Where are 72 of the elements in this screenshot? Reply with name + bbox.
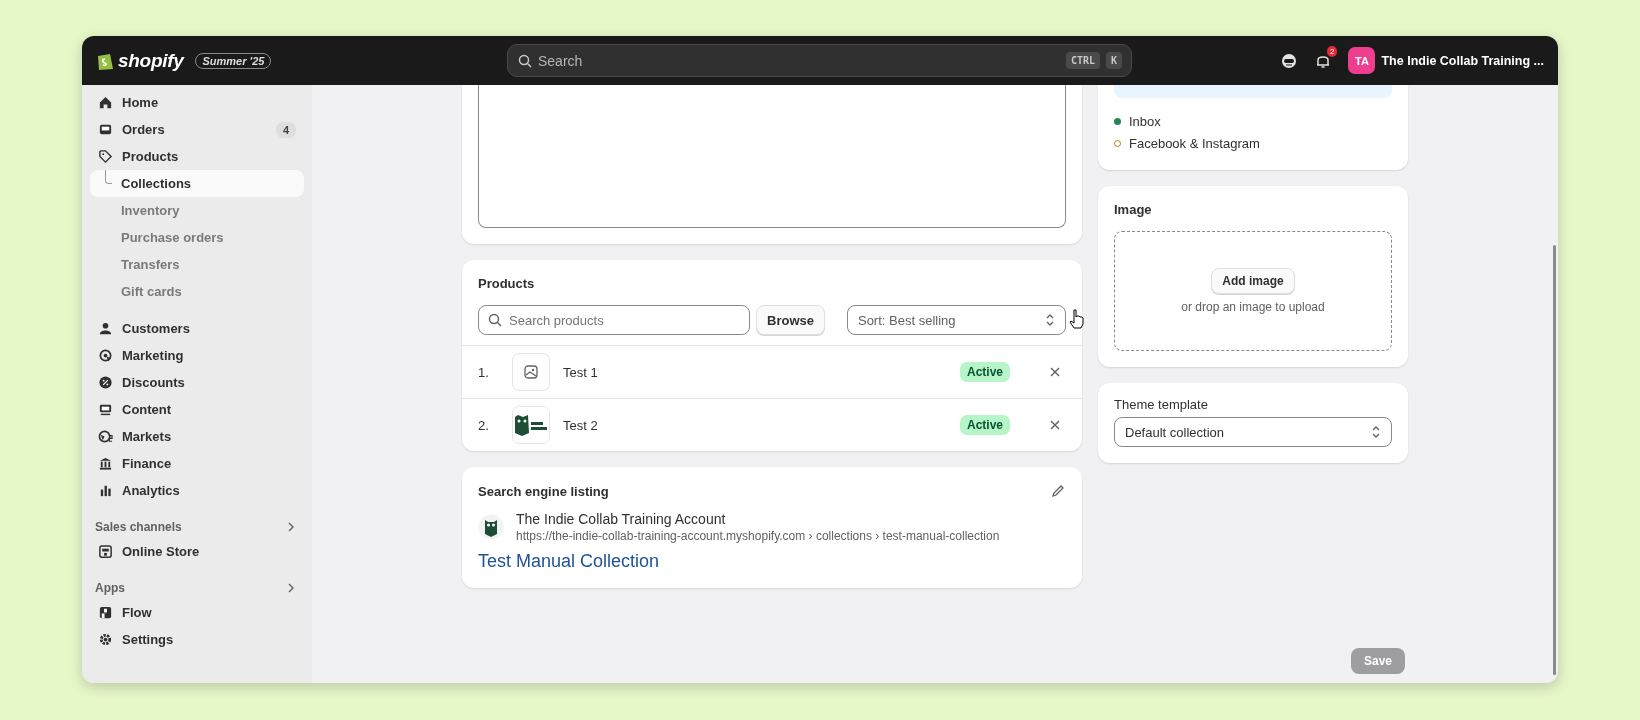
tree-connector (105, 170, 112, 184)
pencil-icon[interactable] (1050, 483, 1066, 499)
sidebar-item[interactable]: Products (90, 143, 304, 170)
row-number: 2. (478, 417, 490, 433)
sidebar-item[interactable]: Flow (90, 599, 304, 626)
search-products-field[interactable]: Search products (478, 305, 750, 335)
status-badge: Active (959, 362, 1010, 382)
inbox-icon (98, 122, 113, 137)
count-badge: 4 (275, 121, 296, 138)
card-title: Search engine listing (478, 483, 609, 499)
sidebar-item[interactable]: Marketing (90, 342, 304, 369)
store-avatar[interactable]: TA (1348, 47, 1376, 74)
notification-count: 2 (1327, 45, 1338, 57)
theme-template-select[interactable]: Default collection (1114, 417, 1392, 447)
sidebar-item[interactable]: Settings (90, 626, 304, 653)
bank-icon (98, 456, 113, 471)
sidebar-item[interactable]: Analytics (90, 477, 304, 504)
discount-icon (98, 375, 113, 390)
status-badge: Active (959, 415, 1010, 435)
close-icon[interactable] (1048, 365, 1062, 379)
chevron-right-icon[interactable] (286, 522, 296, 532)
sidebar-subitem[interactable]: Gift cards (90, 278, 304, 305)
sidebar-item[interactable]: Home (90, 89, 304, 116)
product-name[interactable]: Test 2 (563, 417, 598, 433)
owl-logo-icon (478, 514, 504, 540)
section-heading: Apps (95, 581, 125, 595)
assistant-face-icon[interactable] (1280, 51, 1299, 70)
sidebar-item[interactable]: Discounts (90, 369, 304, 396)
sidebar-item[interactable]: Orders 4 (90, 116, 304, 143)
search-icon (488, 313, 502, 327)
chevron-right-icon[interactable] (286, 583, 296, 593)
channel-name: Facebook & Instagram (1129, 135, 1260, 151)
sidebar-subitem[interactable]: Transfers (90, 251, 304, 278)
sidebar-item[interactable]: Markets (90, 423, 304, 450)
dropzone-hint: or drop an image to upload (1181, 300, 1325, 314)
tag-icon (98, 149, 113, 164)
search-icon (518, 54, 532, 68)
sidebar-subitem[interactable]: Purchase orders (90, 224, 304, 251)
store-title: The Indie Collab Training Account (516, 511, 727, 527)
row-number: 1. (478, 364, 490, 380)
card-title: Image (1114, 202, 1153, 217)
image-dropzone[interactable]: Add image or drop an image to upload (1114, 231, 1392, 351)
section-heading: Sales channels (95, 520, 182, 534)
sort-select[interactable]: Sort: Best selling (846, 305, 1066, 335)
settings-icon (98, 632, 113, 647)
select-arrows-icon (1371, 425, 1381, 439)
shortcut-key: CTRL (1065, 52, 1100, 69)
image-placeholder-icon (512, 353, 550, 391)
scrollbar[interactable] (1553, 245, 1556, 675)
product-name[interactable]: Test 1 (563, 364, 598, 380)
sidebar-item[interactable]: Content (90, 396, 304, 423)
channel-name: Inbox (1129, 113, 1161, 129)
listing-url: https://the-indie-collab-training-account.myshopify.com › collections › test-manual-collection (516, 529, 1000, 543)
logo-text: shopify (118, 49, 184, 72)
store-name[interactable]: The Indie Collab Training ... (1381, 53, 1544, 68)
home-icon (98, 95, 113, 110)
card-title: Products (478, 276, 536, 291)
sidebar-item[interactable]: Customers (90, 315, 304, 342)
add-image-button[interactable]: Add image (1211, 268, 1295, 294)
person-icon (98, 321, 113, 336)
browse-button[interactable]: Browse (756, 305, 825, 335)
field-label: Theme template (1114, 397, 1209, 412)
sidebar-subitem[interactable]: Inventory (90, 197, 304, 224)
sidebar-item[interactable]: Online Store (90, 538, 304, 565)
listing-page-title: Test Manual Collection (478, 551, 661, 572)
monitor-icon (98, 402, 113, 417)
bar-chart-icon (98, 483, 113, 498)
sidebar-subitem[interactable]: Collections (90, 170, 304, 197)
close-icon[interactable] (1048, 418, 1062, 432)
target-icon (98, 348, 113, 363)
select-arrows-icon (1045, 313, 1055, 327)
sidebar-item[interactable]: Finance (90, 450, 304, 477)
